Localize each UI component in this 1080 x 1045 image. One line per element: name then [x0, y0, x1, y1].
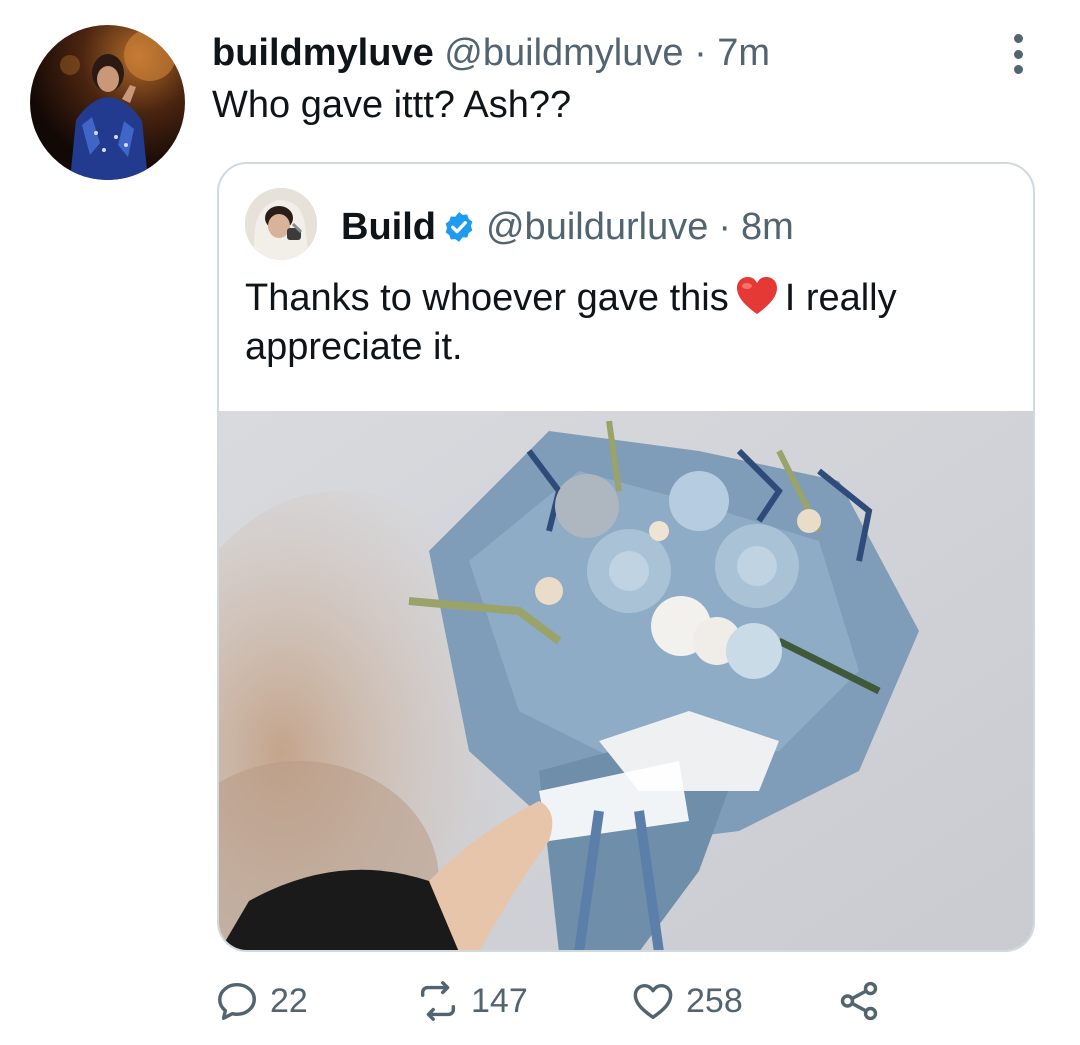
- author-handle[interactable]: @buildmyluve: [444, 32, 683, 74]
- quoted-tweet-header: Build @buildurluve · 8m: [341, 204, 794, 250]
- like-count: 258: [686, 981, 743, 1020]
- quoted-author-avatar-image: [245, 188, 317, 260]
- author-avatar[interactable]: [30, 25, 185, 180]
- verified-badge-icon: [445, 212, 473, 242]
- quoted-tweet-media-image[interactable]: [219, 411, 1033, 950]
- reply-button[interactable]: 22: [214, 978, 308, 1024]
- share-button[interactable]: [836, 978, 892, 1024]
- author-display-name[interactable]: buildmyluve: [212, 32, 434, 74]
- quoted-author-avatar: [245, 188, 317, 260]
- quoted-tweet-text-part1: Thanks to whoever gave this: [245, 277, 729, 319]
- tweet-action-bar: 22 147 258: [0, 978, 1080, 1028]
- separator-dot: ·: [718, 206, 731, 248]
- like-button[interactable]: 258: [630, 978, 743, 1024]
- reply-icon: [218, 982, 256, 1020]
- red-heart-emoji-icon: [736, 277, 777, 314]
- share-icon: [840, 981, 878, 1021]
- quoted-tweet-timestamp[interactable]: 8m: [741, 204, 794, 250]
- retweet-icon: [420, 981, 456, 1021]
- tweet-timestamp[interactable]: 7m: [717, 32, 770, 74]
- quoted-author-display-name[interactable]: Build: [341, 204, 436, 250]
- reply-count: 22: [270, 981, 308, 1020]
- quoted-author-handle[interactable]: @buildurluve: [486, 204, 708, 250]
- retweet-count: 147: [471, 981, 528, 1020]
- more-vertical-icon[interactable]: [1008, 34, 1028, 74]
- quoted-tweet-text: Thanks to whoever gave this I really app…: [245, 274, 1005, 372]
- quoted-tweet-card[interactable]: Build @buildurluve · 8m Thanks to whoeve…: [217, 162, 1035, 952]
- tweet-text: Who gave ittt? Ash??: [212, 84, 572, 126]
- retweet-button[interactable]: 147: [415, 978, 528, 1024]
- separator-dot: ·: [694, 32, 707, 74]
- flower-bouquet-photo: [219, 411, 1033, 950]
- tweet-header: buildmyluve @buildmyluve · 7m: [212, 30, 770, 76]
- like-icon: [633, 983, 673, 1020]
- author-avatar-image: [60, 29, 176, 180]
